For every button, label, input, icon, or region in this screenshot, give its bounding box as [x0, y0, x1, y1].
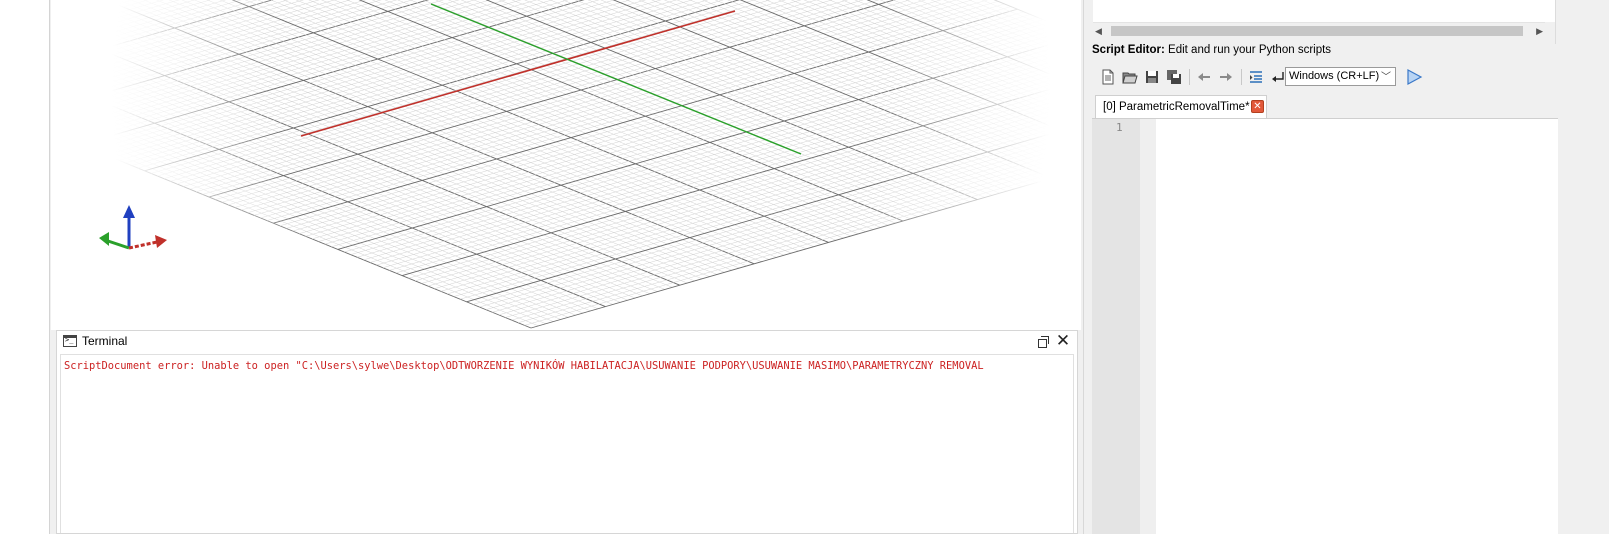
terminal-output[interactable]: ScriptDocument error: Unable to open "C:…	[60, 354, 1074, 533]
grid-major-line	[402, 79, 1081, 277]
terminal-header: Terminal ✕	[57, 331, 1077, 353]
tab-label: [0] ParametricRemovalTime*	[1103, 101, 1250, 113]
grid-minor-line	[196, 0, 864, 193]
grid-minor-line	[479, 133, 1081, 308]
left-dock-strip	[0, 0, 50, 534]
terminal-title: Terminal	[82, 334, 128, 348]
toolbar-separator	[1241, 69, 1242, 85]
grid-minor-line	[51, 85, 599, 309]
grid-minor-line	[511, 156, 1081, 321]
grid-minor-line	[51, 0, 491, 127]
tab-script[interactable]: [0] ParametricRemovalTime* ✕	[1095, 95, 1267, 119]
code-editor[interactable]: 1	[1092, 118, 1568, 534]
close-icon[interactable]: ✕	[1251, 100, 1264, 113]
upper-panel-area	[1093, 0, 1563, 22]
right-edge-strip	[1558, 0, 1609, 534]
grid-minor-line	[93, 0, 615, 151]
line-number: 1	[1116, 121, 1123, 134]
grid-minor-line	[51, 96, 584, 314]
script-editor-label: Script Editor: Edit and run your Python …	[1092, 44, 1331, 56]
axis-gizmo-icon	[99, 205, 167, 250]
script-editor-panel: ◀ ▶ Script Editor: Edit and run your Pyt…	[1089, 0, 1609, 534]
fold-margin	[1140, 119, 1156, 534]
grid-minor-line	[51, 0, 336, 82]
scroll-right-icon[interactable]: ▶	[1533, 26, 1543, 36]
terminal-error-line: ScriptDocument error: Unable to open "C:…	[64, 360, 984, 372]
grid-minor-line	[357, 48, 1081, 258]
line-number-gutter: 1	[1092, 119, 1140, 534]
horizontal-scrollbar[interactable]: ◀ ▶	[1093, 22, 1545, 39]
script-editor-label-desc: Edit and run your Python scripts	[1164, 44, 1332, 56]
terminal-icon	[63, 335, 77, 347]
open-file-icon[interactable]	[1121, 68, 1139, 86]
save-all-icon[interactable]	[1165, 68, 1183, 86]
grid-minor-line	[453, 115, 1081, 297]
app-window: Terminal ✕ ScriptDocument error: Unable …	[0, 0, 1609, 534]
scroll-left-icon[interactable]: ◀	[1095, 26, 1105, 36]
line-ending-value: Windows (CR+LF)	[1289, 70, 1380, 82]
grid-minor-line	[181, 0, 799, 252]
3d-viewport[interactable]	[51, 0, 1081, 330]
undo-arrow-icon[interactable]	[1195, 68, 1213, 86]
indent-icon[interactable]	[1247, 68, 1265, 86]
grid-minor-line	[51, 0, 320, 78]
grid-minor-line	[702, 0, 1081, 155]
grid-minor-line	[415, 89, 1081, 282]
float-window-icon[interactable]	[1038, 336, 1049, 348]
terminal-panel: Terminal ✕ ScriptDocument error: Unable …	[56, 330, 1078, 534]
grid-canvas	[51, 0, 1081, 329]
grid-minor-line	[51, 65, 628, 301]
grid-minor-line	[51, 23, 688, 284]
grid-minor-line	[472, 129, 1081, 305]
grid-minor-line	[518, 160, 1081, 324]
ground-grid	[51, 0, 1081, 329]
grid-minor-line	[308, 0, 874, 230]
grid-minor-line	[956, 0, 1081, 51]
grid-minor-line	[51, 0, 211, 46]
grid-minor-line	[244, 0, 837, 241]
toolbar-separator	[1189, 69, 1190, 85]
scrollbar-thumb[interactable]	[1111, 26, 1523, 36]
run-icon[interactable]	[1405, 68, 1423, 86]
new-file-icon[interactable]	[1099, 68, 1117, 86]
chevron-down-icon: ﹀	[1381, 72, 1391, 83]
close-icon[interactable]: ✕	[1055, 332, 1071, 350]
grid-minor-line	[395, 75, 1081, 274]
redo-arrow-icon[interactable]	[1217, 68, 1235, 86]
save-icon[interactable]	[1143, 68, 1161, 86]
grid-major-line	[231, 0, 829, 243]
grid-minor-line	[448, 0, 956, 207]
grid-minor-line	[54, 0, 522, 135]
line-ending-select[interactable]: Windows (CR+LF) ﹀	[1285, 67, 1396, 86]
script-editor-label-bold: Script Editor:	[1092, 44, 1165, 56]
grid-minor-line	[155, 0, 785, 256]
splitter-line	[1083, 0, 1084, 534]
